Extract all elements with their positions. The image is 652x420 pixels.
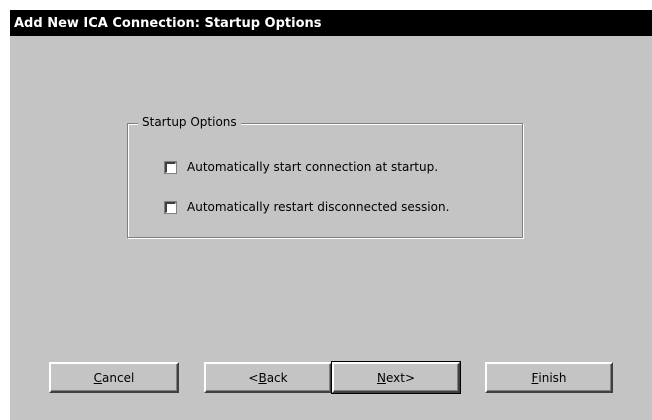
back-mnemonic: B [258, 370, 267, 385]
auto-start-option[interactable]: Automatically start connection at startu… [164, 160, 438, 174]
next-button[interactable]: Next> [331, 361, 461, 394]
window-title: Add New ICA Connection: Startup Options [14, 16, 322, 31]
back-button[interactable]: < Back [204, 362, 332, 393]
next-mnemonic: N [376, 370, 386, 385]
auto-start-checkbox[interactable] [164, 160, 177, 174]
startup-options-group-label: Startup Options [138, 115, 241, 129]
finish-label-rest: inish [538, 370, 567, 385]
title-bar[interactable]: Add New ICA Connection: Startup Options [10, 10, 652, 36]
auto-start-label[interactable]: Automatically start connection at startu… [187, 160, 438, 174]
cancel-button[interactable]: Cancel [49, 362, 179, 393]
finish-mnemonic: F [531, 370, 539, 385]
auto-restart-option[interactable]: Automatically restart disconnected sessi… [164, 200, 449, 214]
cancel-label-rest: ancel [102, 370, 135, 385]
back-label-rest: ack [266, 370, 288, 385]
auto-restart-checkbox[interactable] [164, 200, 177, 214]
startup-options-group: Startup Options Automatically start conn… [127, 115, 524, 239]
next-label-rest: ext> [385, 370, 416, 385]
cancel-mnemonic: C [93, 370, 103, 385]
auto-restart-label[interactable]: Automatically restart disconnected sessi… [187, 200, 449, 214]
finish-button[interactable]: Finish [485, 362, 613, 393]
back-label-prefix: < [248, 370, 259, 385]
ica-connection-wizard-window: Add New ICA Connection: Startup Options … [10, 10, 652, 420]
